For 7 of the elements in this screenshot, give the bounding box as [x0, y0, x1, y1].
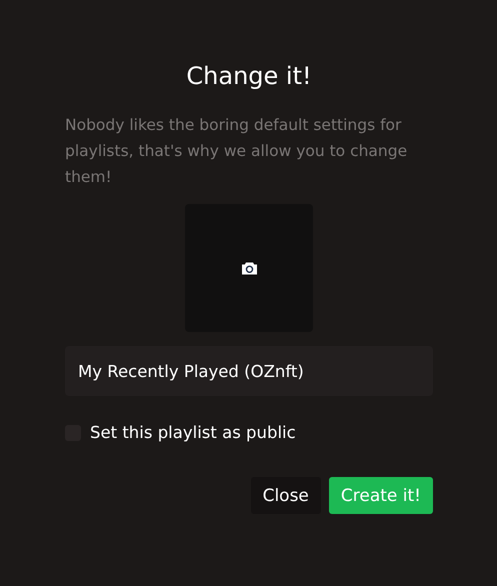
checkbox-label: Set this playlist as public	[90, 423, 296, 442]
camera-icon	[240, 261, 258, 275]
dialog-description: Nobody likes the boring default settings for playlists, that's why we allow you to change them!	[65, 115, 408, 188]
playlist-name-field[interactable]: My Recently Played (OZnft)	[65, 346, 433, 396]
dialog-title: Change it!	[185, 61, 313, 92]
image-upload-area[interactable]	[185, 204, 313, 332]
close-button[interactable]: Close	[250, 477, 321, 514]
